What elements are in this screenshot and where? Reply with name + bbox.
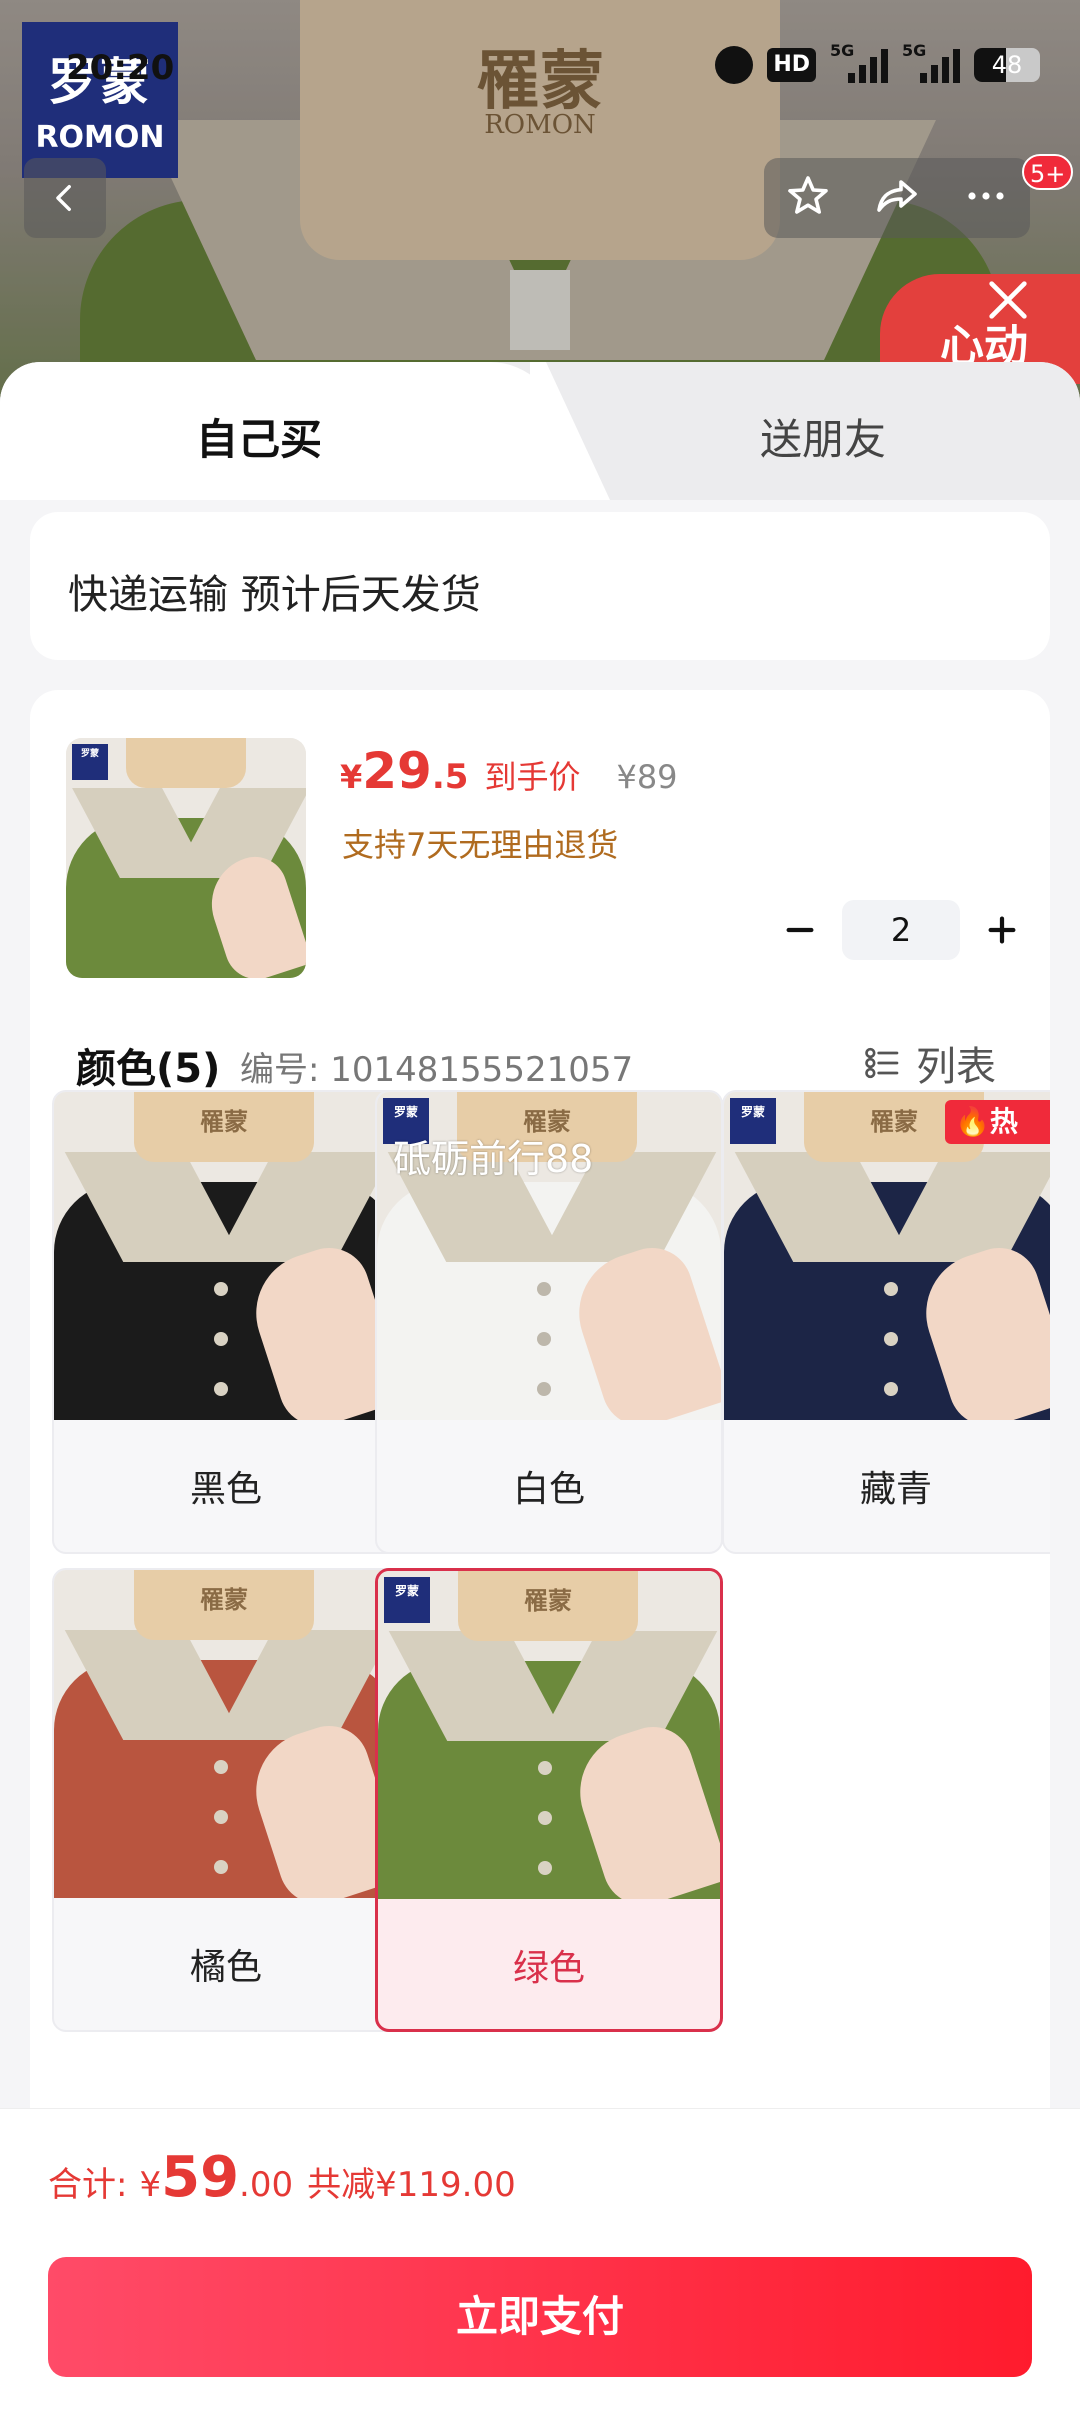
hd-icon: HD xyxy=(767,48,816,82)
star-icon xyxy=(788,176,828,214)
return-policy: 支持7天无理由退货 xyxy=(342,826,619,864)
swatch-image: 罹蒙 xyxy=(54,1570,398,1898)
swatch-brand-cn: 罗蒙 xyxy=(740,1105,765,1119)
chevron-left-icon xyxy=(56,184,71,212)
minus-icon xyxy=(786,927,814,933)
checkout-bar: 合计: ¥ 59 .00 共减¥119.00 立即支付 xyxy=(0,2108,1080,2412)
total-symbol: ¥ xyxy=(139,2165,162,2205)
hot-label: 热 xyxy=(989,1105,1018,1138)
signal-label-2: 5G xyxy=(902,41,927,60)
swatch-image: 罹蒙 xyxy=(54,1092,398,1420)
color-option-green[interactable]: 罹蒙 罗蒙 绿色 xyxy=(375,1568,723,2032)
tab-send-to-friend[interactable]: 送朋友 xyxy=(760,406,886,467)
plus-icon xyxy=(988,916,1016,944)
notification-badge: 5+ xyxy=(1022,154,1074,190)
tab-active-curve xyxy=(530,362,610,500)
product-code: 编号: 10148155521057 xyxy=(240,1050,634,1090)
total-label: 合计: xyxy=(48,2165,128,2205)
swatch-label: 白色 xyxy=(512,1469,585,1510)
brand-logo-en: ROMON xyxy=(35,120,165,155)
quantity-decrease-button[interactable] xyxy=(770,900,830,960)
quantity-stepper: 2 xyxy=(770,900,1032,960)
close-button[interactable] xyxy=(980,272,1036,328)
tab-buy-for-self[interactable]: 自己买 xyxy=(196,406,322,467)
shipping-text: 快递运输 预计后天发货 xyxy=(68,572,481,618)
quantity-increase-button[interactable] xyxy=(972,900,1032,960)
pay-now-button[interactable]: 立即支付 xyxy=(48,2257,1032,2377)
total-decimal: .00 xyxy=(239,2165,294,2205)
list-icon xyxy=(865,1047,899,1079)
share-icon xyxy=(877,180,917,212)
alarm-icon xyxy=(715,46,754,84)
battery-level: 48 xyxy=(991,51,1023,79)
swatch-image: 罹蒙 罗蒙 xyxy=(378,1571,720,1899)
more-dots-icon xyxy=(968,192,1004,200)
swatch-hanger-logo: 罹蒙 xyxy=(200,1585,248,1614)
original-price: ¥89 xyxy=(616,758,678,796)
fire-icon: 🔥 xyxy=(955,1105,990,1138)
product-options-card: 罗蒙 ¥ 29 .5 到手价 ¥89 支持7天无理由退货 2 颜色(5) 编号:… xyxy=(30,690,1050,2150)
purchase-tabs: 自己买 送朋友 xyxy=(0,362,1080,500)
swatch-brand-cn: 罗蒙 xyxy=(393,1105,418,1119)
swatch-brand-cn: 罗蒙 xyxy=(394,1584,419,1598)
back-button[interactable] xyxy=(24,158,106,238)
price-row: ¥ 29 .5 到手价 ¥89 xyxy=(340,742,678,800)
swatch-label: 橘色 xyxy=(189,1947,262,1988)
swatch-hanger-logo: 罹蒙 xyxy=(524,1586,572,1615)
total-discount: 共减¥119.00 xyxy=(307,2165,516,2205)
list-view-toggle[interactable]: 列表 xyxy=(862,1034,996,1092)
swatch-brand-logo: 罗蒙 xyxy=(730,1098,776,1144)
signal-5g-icon-2: 5G xyxy=(902,41,960,83)
swatch-label: 黑色 xyxy=(189,1469,262,1510)
more-button[interactable] xyxy=(962,172,1010,224)
color-option-black[interactable]: 罹蒙 黑色 xyxy=(52,1090,400,1554)
thumb-brand-cn: 罗蒙 xyxy=(80,749,99,759)
color-option-orange[interactable]: 罹蒙 橘色 xyxy=(52,1568,400,2032)
shipping-card: 快递运输 预计后天发货 xyxy=(30,512,1050,660)
watermark-text: 砥砺前行88 xyxy=(393,1137,594,1181)
price-symbol: ¥ xyxy=(340,758,363,796)
swatch-brand-logo: 罗蒙 xyxy=(384,1577,430,1623)
color-option-navy[interactable]: 罹蒙 罗蒙 藏青 xyxy=(722,1090,1050,1554)
swatch-label: 绿色 xyxy=(512,1948,585,1989)
close-icon xyxy=(989,281,1027,319)
brand-logo: 罗蒙 ROMON xyxy=(22,22,178,178)
price-integer: 29 xyxy=(362,742,432,800)
total-row: 合计: ¥ 59 .00 共减¥119.00 xyxy=(48,2145,516,2210)
quantity-value[interactable]: 2 xyxy=(842,900,960,960)
hot-badge: 🔥热 xyxy=(945,1100,1050,1144)
battery-icon: 48 xyxy=(974,48,1040,82)
product-thumbnail: 罗蒙 xyxy=(66,738,306,978)
signal-5g-icon: 5G xyxy=(830,41,888,83)
total-integer: 59 xyxy=(161,2145,240,2210)
purchase-sheet: 自己买 送朋友 快递运输 预计后天发货 罗蒙 ¥ 29 .5 到手价 ¥89 支… xyxy=(0,362,1080,2412)
signal-label: 5G xyxy=(830,41,855,60)
top-actions xyxy=(764,158,1030,238)
status-icons: HD 5G 5G 48 xyxy=(715,41,1040,84)
swatch-hanger-logo: 罹蒙 xyxy=(200,1107,248,1136)
thumb-brand-logo: 罗蒙 xyxy=(72,744,108,780)
list-view-label: 列表 xyxy=(916,1044,996,1090)
color-section-title: 颜色(5) xyxy=(76,1046,221,1092)
price-decimal: .5 xyxy=(431,757,469,797)
swatch-label: 藏青 xyxy=(859,1469,932,1510)
final-price-label: 到手价 xyxy=(484,758,581,796)
favorite-button[interactable] xyxy=(784,172,832,224)
share-button[interactable] xyxy=(872,172,922,224)
status-time: 20:20 xyxy=(66,48,175,88)
